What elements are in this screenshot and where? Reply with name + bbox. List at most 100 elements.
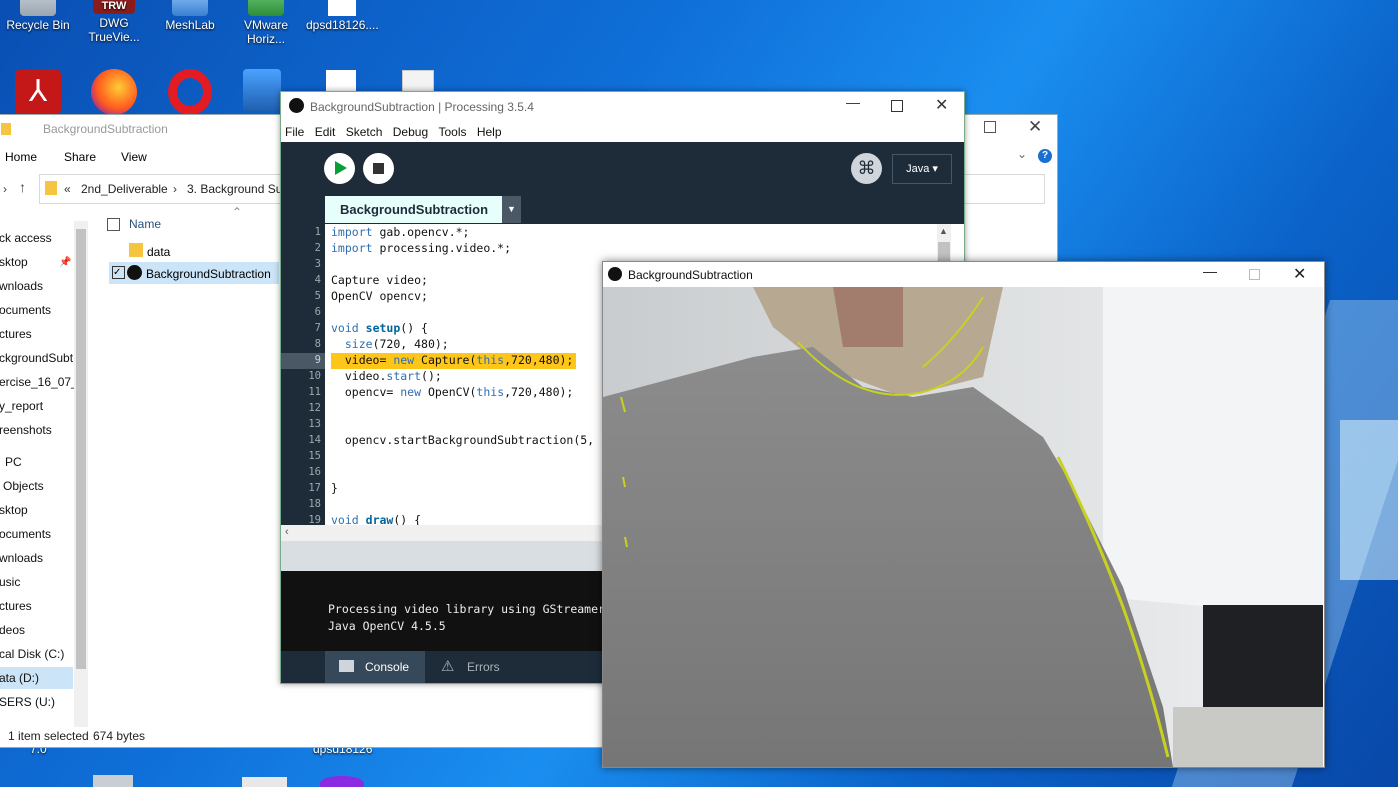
desktop-icon-vmware[interactable]: VMware Horiz... [230,0,302,46]
debug-button[interactable]: ⌘ [851,153,882,184]
nav-scrollbar-thumb[interactable] [76,229,86,669]
code-line: } [331,481,338,495]
line-number: 15 [308,450,321,462]
code-line: opencv.startBackgroundSubtraction(5, [331,433,595,447]
nav-item[interactable]: deos [0,619,25,641]
nav-item[interactable]: PC [5,451,22,473]
breadcrumb-item[interactable]: 3. Background Sub [187,182,289,196]
nav-item[interactable]: ckgroundSubt [0,347,73,369]
firefox-icon[interactable] [91,69,137,115]
row-checkbox[interactable]: ✓ [112,266,125,279]
warning-icon: ⚠ [441,658,455,675]
ribbon-tab-view[interactable]: View [121,150,147,164]
taskbar-app-icon[interactable] [93,775,133,787]
sketch-output-window[interactable]: BackgroundSubtraction — ✕ [602,261,1325,768]
vpn-lock-icon[interactable] [243,69,281,111]
meshlab-icon [172,0,208,16]
select-all-checkbox[interactable] [107,218,120,231]
nav-item[interactable]: cal Disk (C:) [0,643,64,665]
nav-item[interactable]: ck access [0,227,52,249]
opera-icon[interactable] [168,69,212,115]
mode-selector[interactable]: Java ▾ [892,154,952,184]
folder-icon [1,123,11,135]
scroll-left-icon[interactable]: ‹ [285,526,289,538]
scroll-up-icon[interactable]: ▲ [939,226,948,236]
line-number: 6 [314,306,321,318]
ribbon-tab-share[interactable]: Share [64,150,96,164]
menu-help[interactable]: Help [477,125,502,139]
nav-item[interactable]: ocuments [0,299,51,321]
breadcrumb-item[interactable]: 2nd_Deliverable [81,182,168,196]
monitor [1203,605,1323,715]
wallpaper-window-light [1340,420,1398,580]
menu-edit[interactable]: Edit [315,125,336,139]
console-tab[interactable]: Console [325,651,425,683]
breadcrumb-separator: › [173,182,177,196]
nav-item[interactable]: SERS (U:) [0,691,55,713]
nav-item[interactable]: sktop [0,499,28,521]
menu-sketch[interactable]: Sketch [346,125,383,139]
sketch-tab[interactable]: BackgroundSubtraction [325,196,503,223]
menu-debug[interactable]: Debug [393,125,428,139]
sketch-app-icon [608,267,622,281]
nav-chevron-icon[interactable]: › [3,182,7,196]
console-line: Processing video library using GStreamer [328,602,605,616]
vmware-icon [248,0,284,16]
line-number: 13 [308,418,321,430]
breadcrumb-root[interactable]: « [64,182,71,196]
file-row[interactable]: data [111,241,279,261]
maximize-button[interactable] [891,100,903,112]
tab-menu-button[interactable]: ▼ [502,196,521,223]
acrobat-icon[interactable]: ⅄ [15,69,61,115]
dwg-trueview-icon: TRW [93,0,135,14]
desktop-icon-meshlab[interactable]: MeshLab [154,0,226,32]
file-name: BackgroundSubtraction [146,267,271,281]
nav-item[interactable]: wnloads [0,547,43,569]
camera-canvas [603,287,1323,767]
nav-item[interactable]: usic [0,571,20,593]
desktop-icon-dpsd-file[interactable]: dpsd18126.... [306,0,379,32]
nav-item[interactable]: ercise_16_07_t [0,371,75,393]
nav-item[interactable]: ctures [0,595,32,617]
line-number: 7 [314,322,321,334]
chevron-down-icon[interactable]: ⌄ [1017,147,1027,161]
nav-item[interactable]: Objects [3,475,44,497]
desktop-icon-recycle-bin[interactable]: Recycle Bin [2,0,74,32]
menu-tools[interactable]: Tools [438,125,466,139]
nav-item[interactable]: y_report [0,395,43,417]
run-button[interactable] [324,153,355,184]
errors-tab[interactable]: ⚠ Errors [429,651,529,683]
nav-scrollbar[interactable] [74,221,88,727]
pin-icon: 📌 [59,257,72,268]
sketch-minimize-button[interactable]: — [1203,263,1217,279]
nav-item-selected[interactable]: ata (D:) [0,667,73,689]
sketch-close-button[interactable]: ✕ [1293,264,1306,284]
code-line: opencv= new OpenCV(this,720,480); [331,385,574,399]
taskbar-app-icon[interactable] [320,776,364,787]
ribbon-tab-home[interactable]: Home [5,150,37,164]
console-tab-label: Console [365,660,410,674]
nav-item[interactable]: ocuments [0,523,51,545]
taskbar-app-icon[interactable] [242,777,287,787]
nav-item[interactable]: reenshots [0,419,52,441]
nav-item[interactable]: ctures [0,323,32,345]
help-icon[interactable]: ? [1038,149,1052,163]
line-number: 8 [314,338,321,350]
code-line: void draw() { [331,513,422,525]
navigation-pane[interactable]: ck access sktop wnloads ocuments ctures … [0,213,75,733]
stop-button[interactable] [363,153,394,184]
menu-file[interactable]: File [285,125,304,139]
nav-item[interactable]: sktop [0,251,28,273]
explorer-title: BackgroundSubtraction [43,122,168,136]
minimize-button[interactable]: — [846,94,860,110]
name-column-header[interactable]: Name [129,217,161,231]
scrollbar-thumb[interactable] [938,242,950,262]
explorer-maximize-button[interactable] [984,121,996,133]
nav-item[interactable]: wnloads [0,275,43,297]
folder-icon [45,181,57,195]
file-row-selected[interactable]: ✓ BackgroundSubtraction [109,262,279,284]
up-arrow-icon[interactable]: ↑ [19,179,26,195]
explorer-close-button[interactable]: ✕ [1028,117,1042,137]
desktop-icon-dwg-trueview[interactable]: TRW DWG TrueVie... [78,0,150,44]
close-button[interactable]: ✕ [935,95,948,115]
